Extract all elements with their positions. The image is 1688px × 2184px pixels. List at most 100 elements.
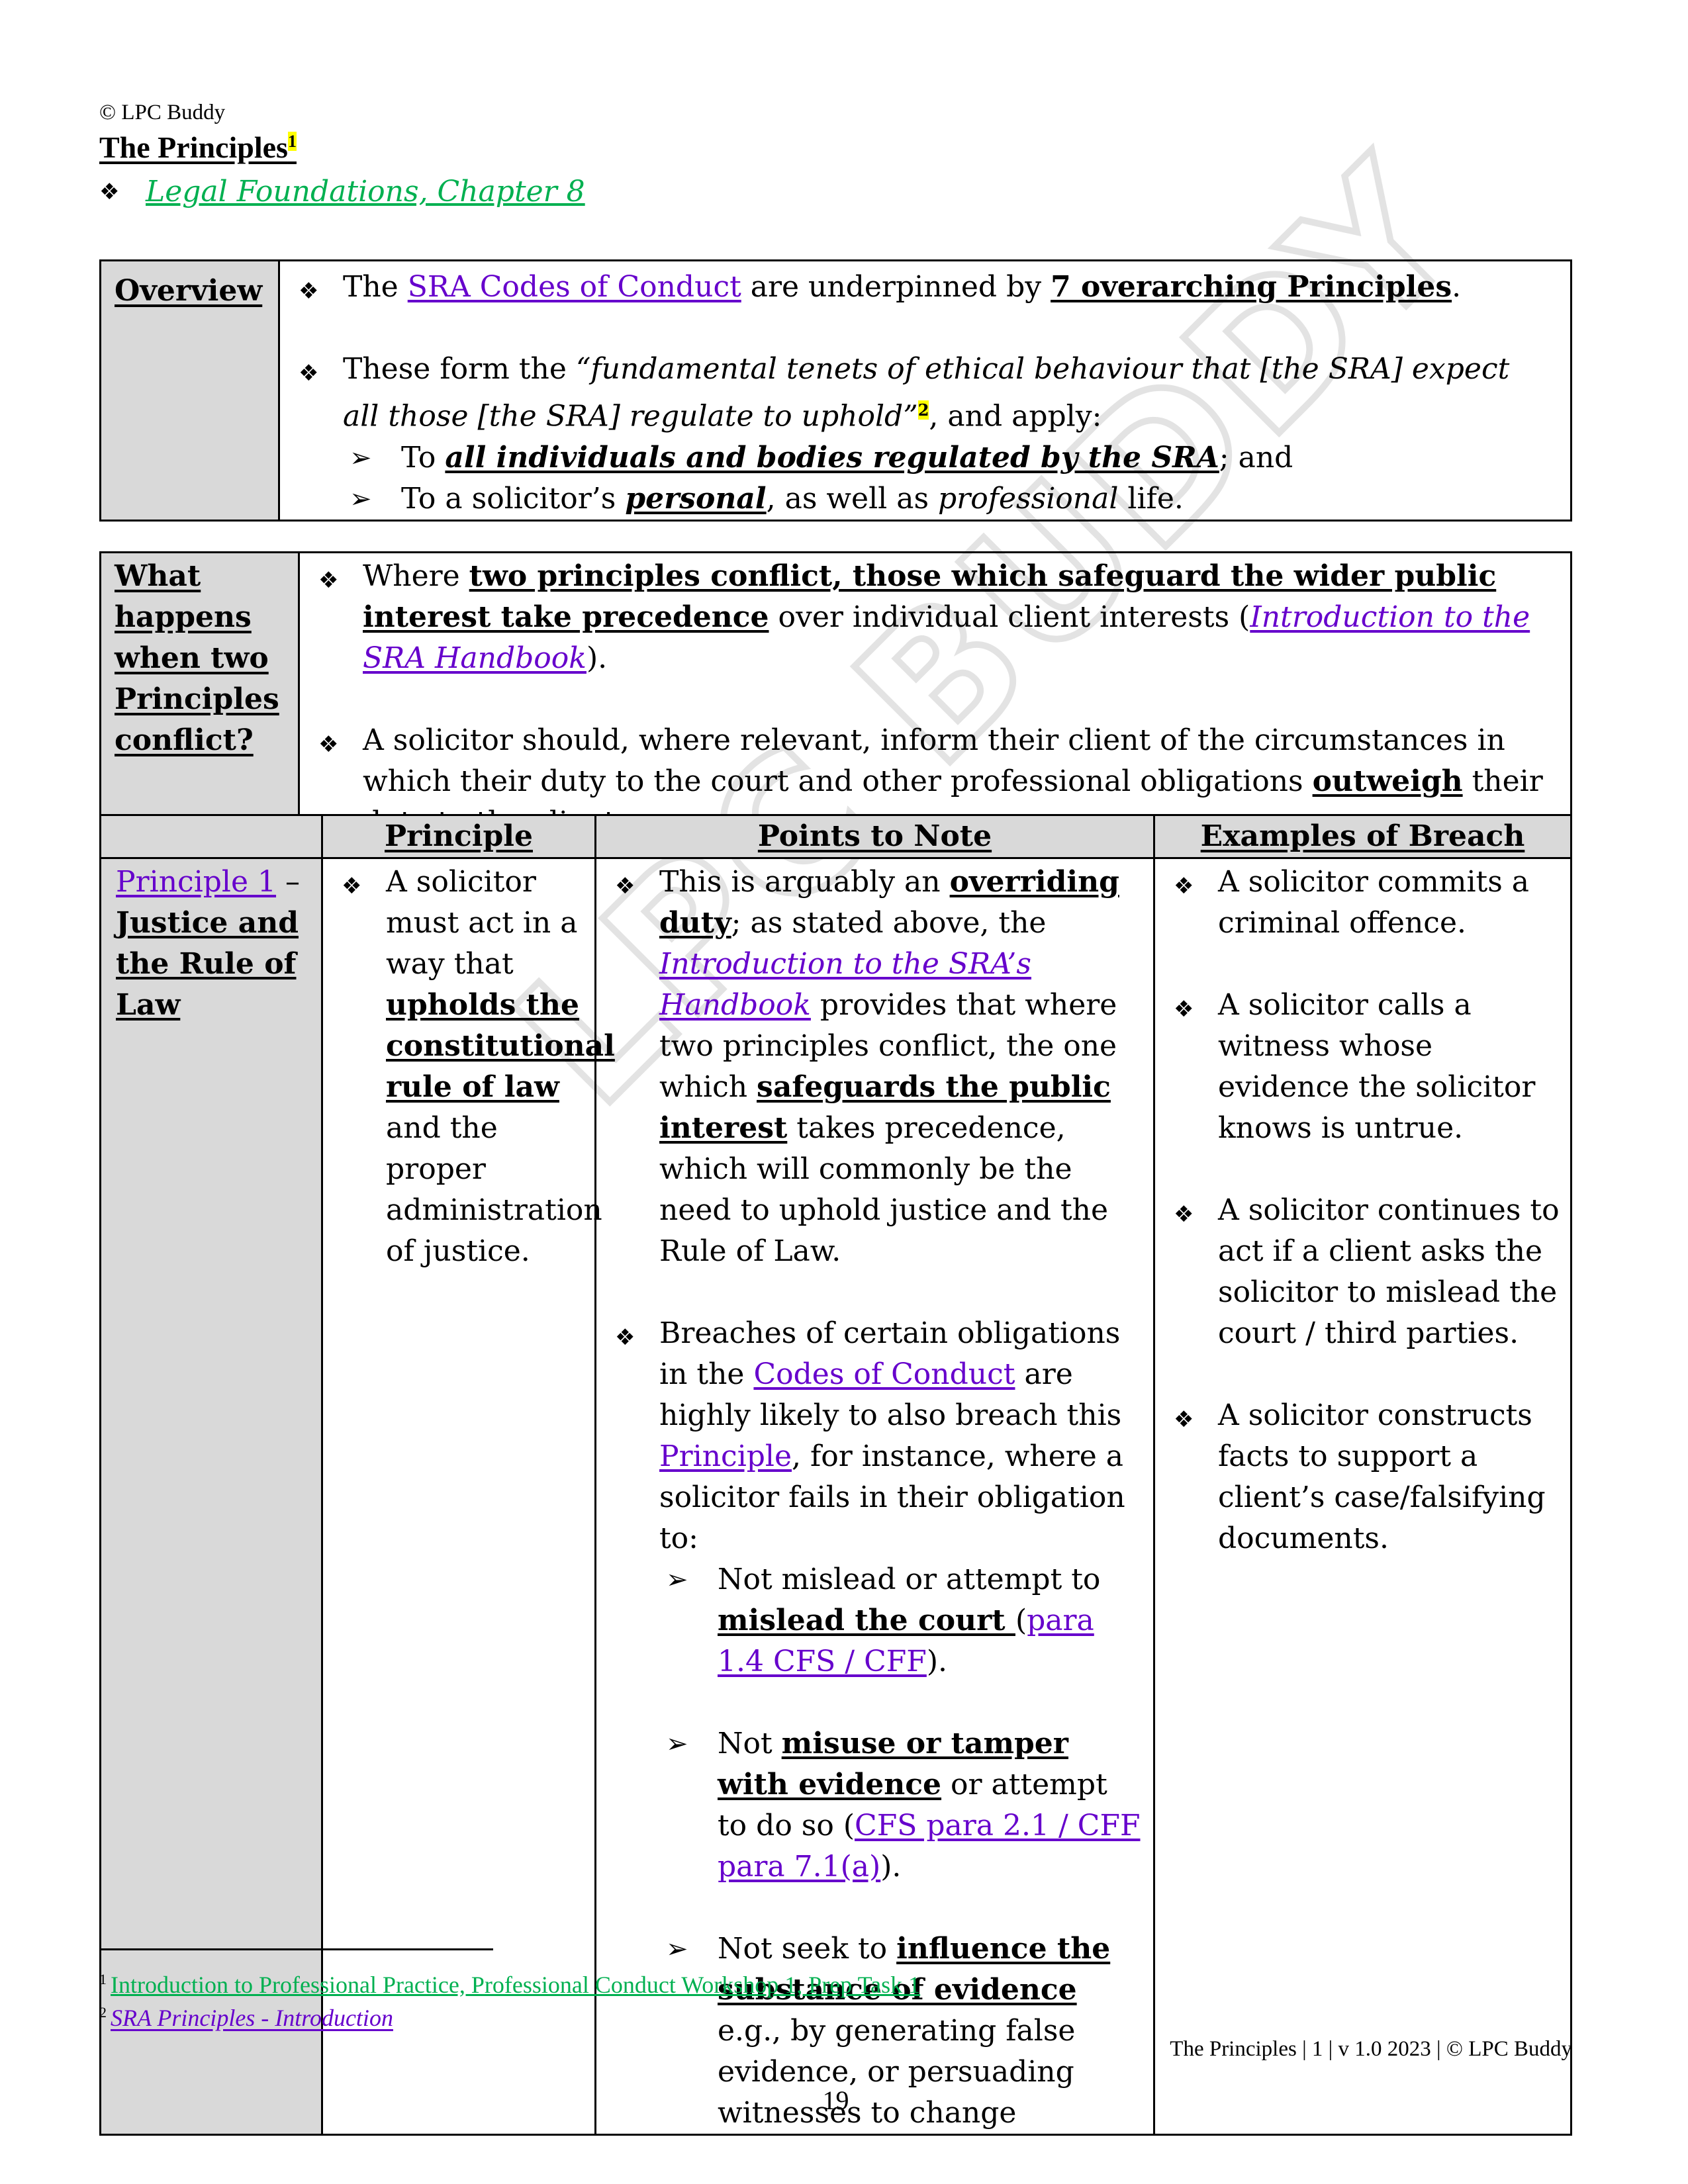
arrow-bullet-icon: ➢ [666, 1729, 688, 1759]
overview-label: Overview [115, 274, 263, 308]
diamond-bullet-icon: ❖ [318, 567, 339, 594]
spacer [1155, 944, 1561, 985]
spacer [1155, 1354, 1561, 1395]
text: These form the [343, 352, 576, 386]
spacer [596, 1272, 1144, 1313]
diamond-bullet-icon: ❖ [299, 278, 319, 304]
diamond-bullet-icon: ❖ [99, 178, 120, 205]
principle-title: Justice and the Rule of Law [116, 906, 299, 1022]
arrow-bullet-icon: ➢ [350, 442, 372, 473]
arrow-bullet-icon: ➢ [350, 483, 372, 514]
text: life. [1118, 481, 1184, 516]
conflict-table: What happens when two Principles conflic… [99, 551, 1572, 845]
diamond-bullet-icon: ❖ [342, 873, 362, 899]
diamond-bullet-icon: ❖ [318, 731, 339, 758]
principle-1-link[interactable]: Principle 1 [116, 865, 276, 899]
overview-bullet-1: ❖ The SRA Codes of Conduct are underpinne… [280, 267, 1550, 308]
header-empty [99, 814, 323, 859]
text: A solicitor calls a witness whose eviden… [1218, 988, 1536, 1145]
points-sub-2: ➢ Not misuse or tamper with evidence or a… [659, 1723, 1144, 1888]
text: ; as stated above, the [731, 906, 1047, 940]
conflict-bullet-1: ❖ Where two principles conflict, those wh… [300, 556, 1550, 679]
label-line: conflict? [115, 723, 254, 757]
codes-of-conduct-link[interactable]: Codes of Conduct [753, 1357, 1015, 1391]
italic-text: professional [938, 481, 1119, 516]
page-number: 19 [822, 2085, 849, 2115]
title-text: The Principles [99, 130, 288, 164]
principle-link[interactable]: Principle [659, 1439, 792, 1473]
emphasis: mislead the court [718, 1604, 1015, 1637]
label-line: What [115, 559, 201, 593]
conflict-label-cell: What happens when two Principles conflic… [99, 551, 300, 845]
footnote-number: 1 [99, 1971, 107, 1987]
emphasis: outweigh [1312, 764, 1463, 798]
overview-label-cell: Overview [99, 259, 280, 522]
principle-bullet: ❖ A solicitor must act in a way that upho… [323, 862, 615, 1272]
text: and the proper administration of justice… [386, 1111, 602, 1268]
diamond-bullet-icon: ❖ [299, 360, 319, 387]
spacer [1155, 1149, 1561, 1190]
header-examples-of-breach: Examples of Breach [1153, 814, 1572, 859]
table-row: Principle 1 – Justice and the Rule of La… [99, 857, 1572, 2136]
arrow-bullet-icon: ➢ [666, 1565, 688, 1595]
footnote-ref-2[interactable]: 2 [917, 400, 929, 420]
points-sub-1: ➢ Not mislead or attempt to mislead the c… [659, 1559, 1144, 1682]
text: , as well as [766, 481, 939, 516]
text: A solicitor must act in a way that [386, 865, 578, 981]
emphasis: personal [625, 481, 767, 516]
diamond-bullet-icon: ❖ [1174, 1201, 1194, 1228]
overview-bullet-2: ❖ These form the “fundamental tenets of e… [280, 349, 1550, 520]
example-item: ❖ A solicitor continues to act if a clien… [1155, 1190, 1561, 1354]
footnote-2-link[interactable]: SRA Principles - Introduction [111, 2005, 393, 2031]
running-footer: The Principles | 1 | v 1.0 2023 | © LPC … [1170, 2037, 1572, 2061]
points-bullet-2: ❖ Breaches of certain obligations in the … [596, 1313, 1144, 2134]
overview-sub-1: ➢ To all individuals and bodies regulated… [343, 437, 1550, 478]
footnote-separator [99, 1948, 493, 1950]
text: ). [586, 641, 608, 675]
text: over individual client interests ( [769, 600, 1250, 634]
footnote-1-link[interactable]: Introduction to Professional Practice, P… [111, 1972, 920, 1998]
text: The [343, 270, 408, 304]
conflict-content: ❖ Where two principles conflict, those wh… [298, 551, 1572, 845]
text: ( [1015, 1604, 1027, 1637]
text: This is arguably an [659, 865, 950, 899]
points-to-note-cell: ❖ This is arguably an overriding duty; as… [594, 857, 1155, 2136]
text: To [401, 440, 445, 475]
emphasis: all individuals and bodies regulated by … [445, 440, 1219, 475]
overview-sub-2: ➢ To a solicitor’s personal, as well as p… [343, 478, 1550, 520]
spacer [280, 308, 1550, 349]
emphasis: 7 overarching Principles [1051, 270, 1452, 304]
emphasis: upholds the constitutional rule of law [386, 988, 615, 1104]
text: , and apply: [929, 399, 1102, 433]
header-points-to-note: Points to Note [594, 814, 1155, 859]
overview-table: Overview ❖ The SRA Codes of Conduct are u… [99, 259, 1572, 522]
text: A solicitor continues to act if a client… [1218, 1193, 1560, 1350]
arrow-bullet-icon: ➢ [666, 1934, 688, 1964]
text: ). [926, 1645, 947, 1678]
example-item: ❖ A solicitor constructs facts to support… [1155, 1395, 1561, 1559]
footnote-2: 2 SRA Principles - Introduction [99, 2004, 393, 2032]
text: ; and [1219, 440, 1293, 475]
text: – [276, 865, 301, 899]
principles-table: Principle Points to Note Examples of Bre… [99, 814, 1572, 2136]
overview-content: ❖ The SRA Codes of Conduct are underpinne… [278, 259, 1572, 522]
text: A solicitor constructs facts to support … [1218, 1398, 1546, 1555]
points-bullet-1: ❖ This is arguably an overriding duty; as… [596, 862, 1144, 1272]
text: . [1452, 270, 1462, 304]
diamond-bullet-icon: ❖ [1174, 873, 1194, 899]
label-line: Principles [115, 682, 279, 716]
header-text: Points to Note [757, 819, 992, 853]
footnote-ref-1[interactable]: 1 [287, 131, 297, 151]
reference-item: ❖ Legal Foundations, Chapter 8 [99, 175, 585, 208]
label-line: happens [115, 600, 252, 634]
example-item: ❖ A solicitor commits a criminal offence. [1155, 862, 1561, 944]
spacer [659, 1888, 1144, 1929]
text: Where [363, 559, 469, 593]
text: Not seek to [718, 1932, 897, 1966]
legal-foundations-link[interactable]: Legal Foundations, Chapter 8 [146, 175, 585, 208]
diamond-bullet-icon: ❖ [1174, 1406, 1194, 1433]
spacer [659, 1682, 1144, 1723]
principle-name-cell: Principle 1 – Justice and the Rule of La… [99, 857, 323, 2136]
sra-codes-link[interactable]: SRA Codes of Conduct [408, 270, 741, 304]
text: Not mislead or attempt to [718, 1563, 1101, 1596]
